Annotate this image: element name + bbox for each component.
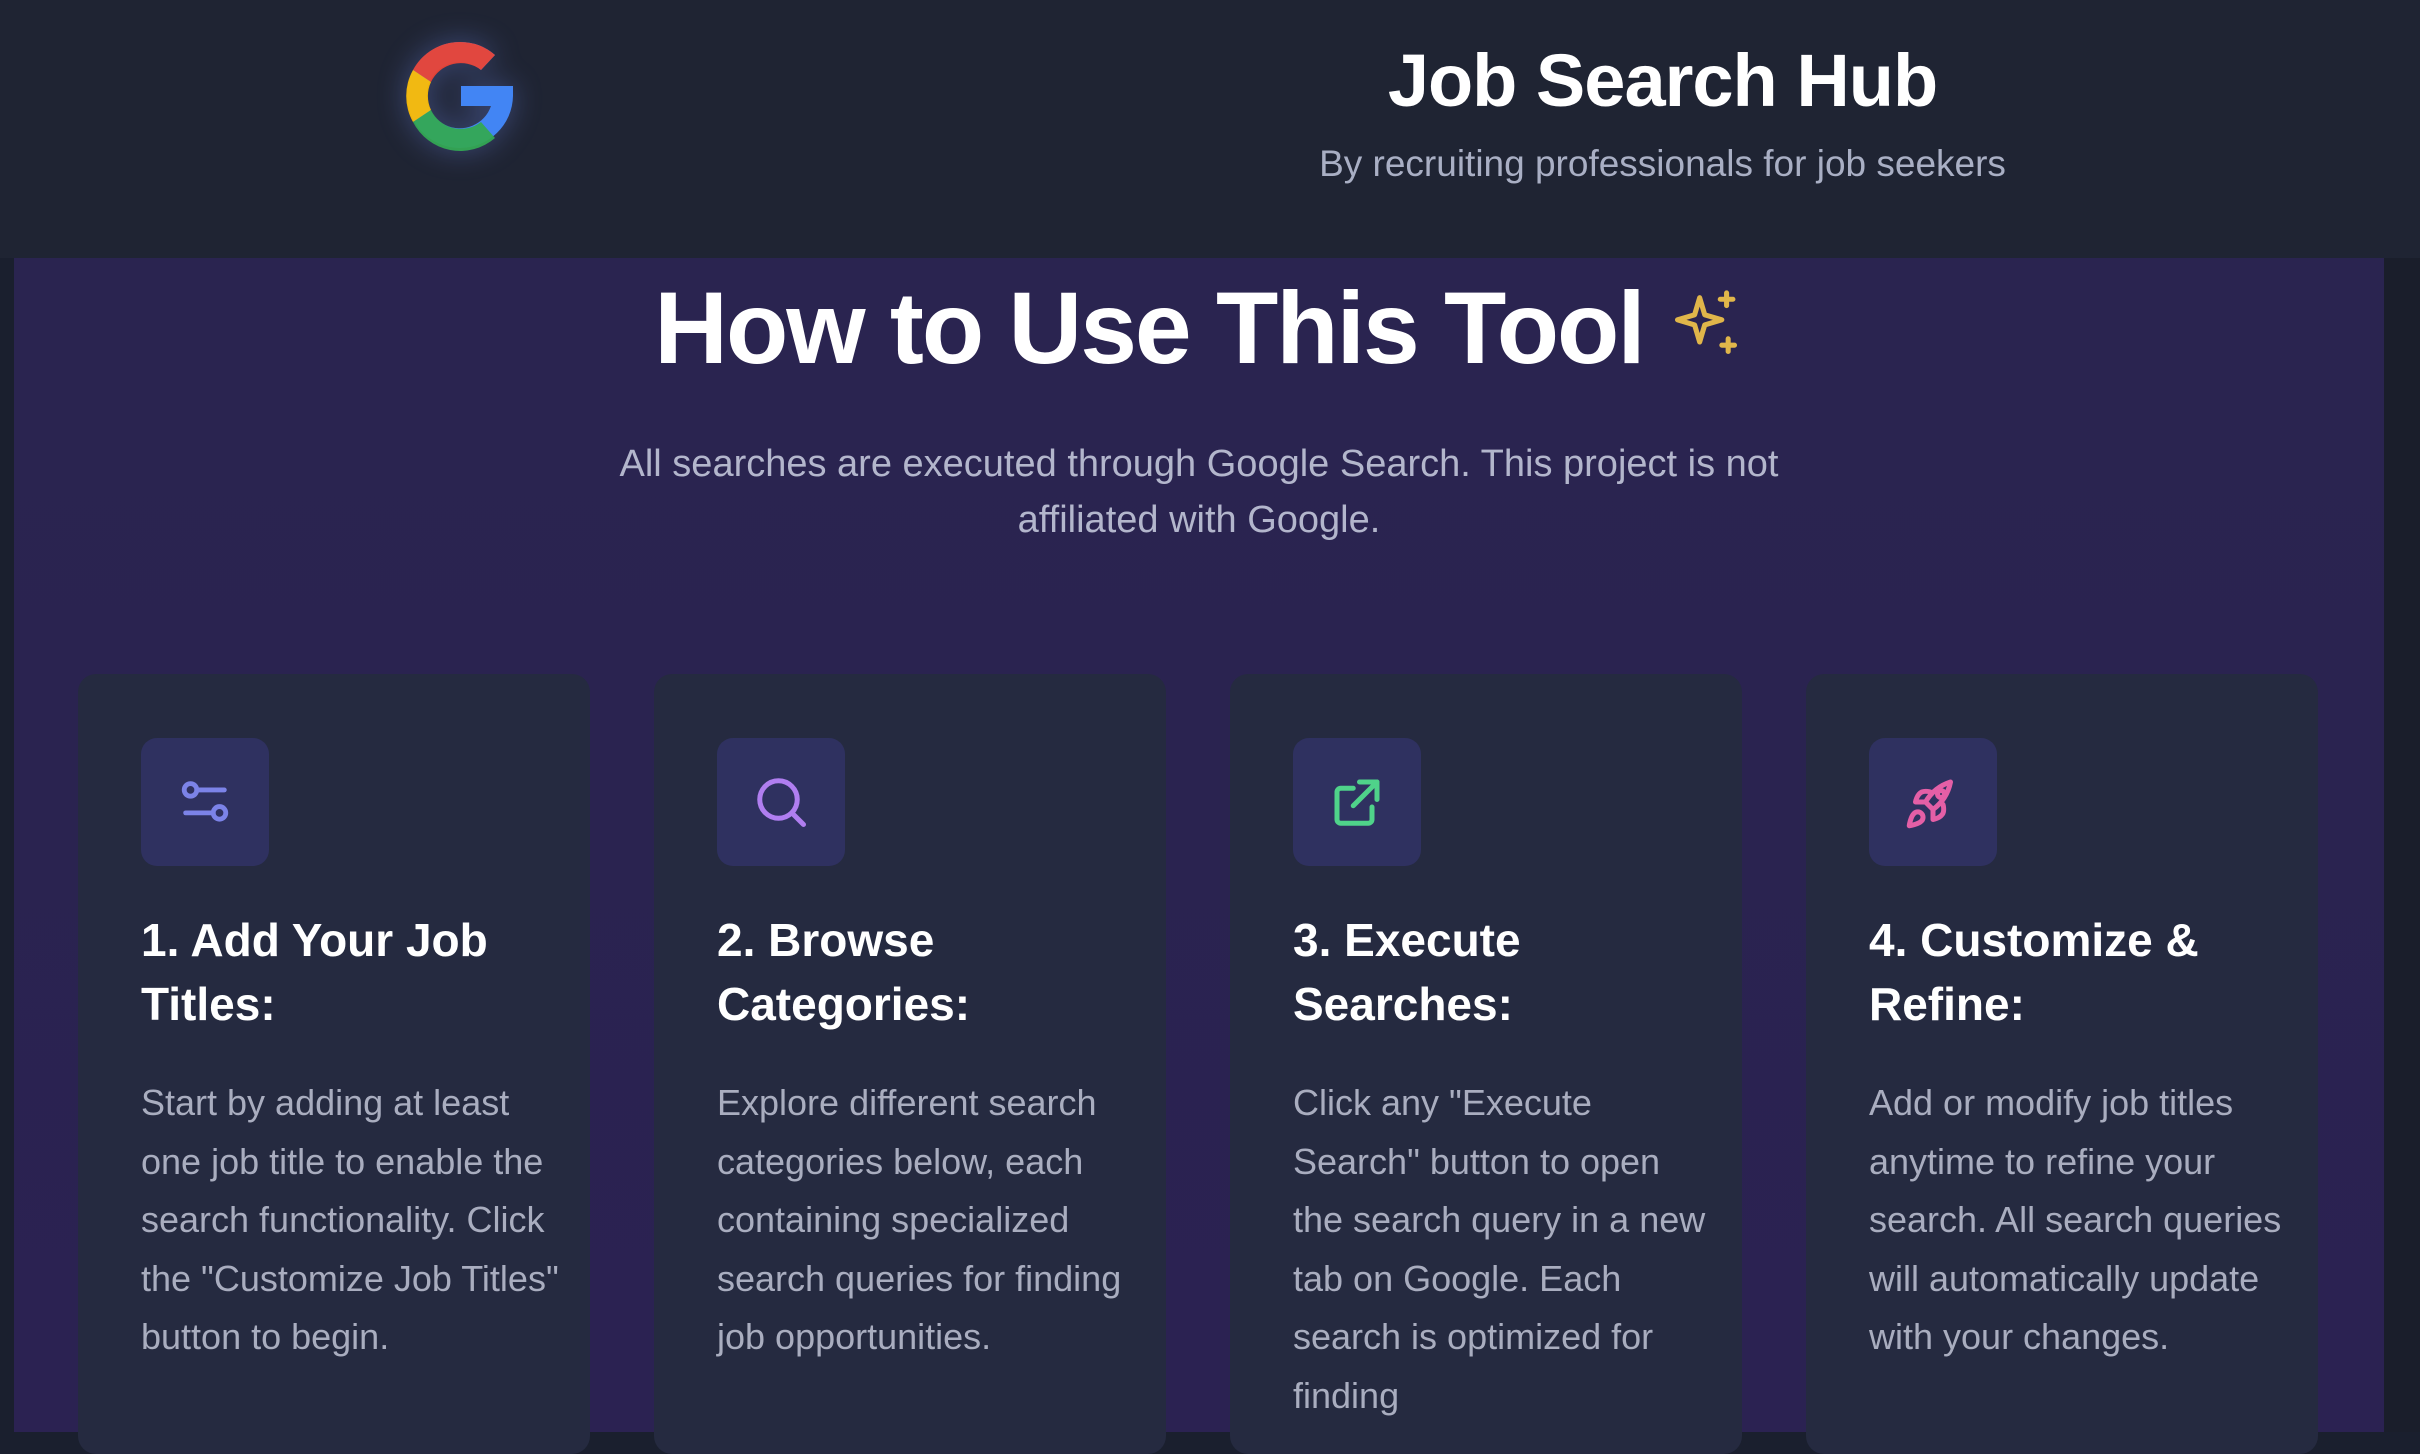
app-subtitle: By recruiting professionals for job seek…	[1319, 143, 2006, 184]
step-icon-box	[717, 738, 845, 866]
step-card-1: 1. Add Your Job Titles: Start by adding …	[78, 674, 590, 1454]
rocket-icon	[1906, 779, 1953, 829]
external-link-icon	[1334, 779, 1380, 826]
step-description: Start by adding at least one job title t…	[141, 1082, 559, 1357]
how-to-section: How to Use This Tool All searches are ex…	[14, 258, 2384, 1454]
step-icon-box	[141, 738, 269, 866]
section-description: All searches are executed through Google…	[619, 443, 1779, 541]
step-description: Explore different search categories belo…	[717, 1082, 1122, 1357]
step-title: 4. Customize & Refine:	[1869, 914, 2199, 1030]
step-card-3: 3. Execute Searches: Click any "Execute …	[1230, 674, 1742, 1454]
app-title: Job Search Hub	[1387, 39, 1938, 122]
search-icon	[757, 778, 806, 827]
section-title: How to Use This Tool	[14, 268, 2384, 387]
step-title: 2. Browse Categories:	[717, 914, 971, 1030]
step-description: Click any "Execute Search" button to ope…	[1293, 1082, 1706, 1416]
step-card-2: 2. Browse Categories: Explore different …	[654, 674, 1166, 1454]
step-icon-box	[1293, 738, 1421, 866]
page-edge	[2384, 258, 2420, 1432]
step-card-4: 4. Customize & Refine: Add or modify job…	[1806, 674, 2318, 1454]
top-header: Job Search Hub By recruiting professiona…	[0, 0, 2420, 258]
step-icon-box	[1869, 738, 1997, 866]
step-description: Add or modify job titles anytime to refi…	[1869, 1082, 2282, 1357]
sparkles-icon	[1668, 268, 1744, 355]
step-title: 1. Add Your Job Titles:	[141, 914, 488, 1030]
step-title: 3. Execute Searches:	[1293, 914, 1521, 1030]
section-title-text: How to Use This Tool	[654, 271, 1645, 385]
sliders-icon	[181, 781, 229, 822]
google-g-logo-icon[interactable]	[395, 30, 525, 160]
